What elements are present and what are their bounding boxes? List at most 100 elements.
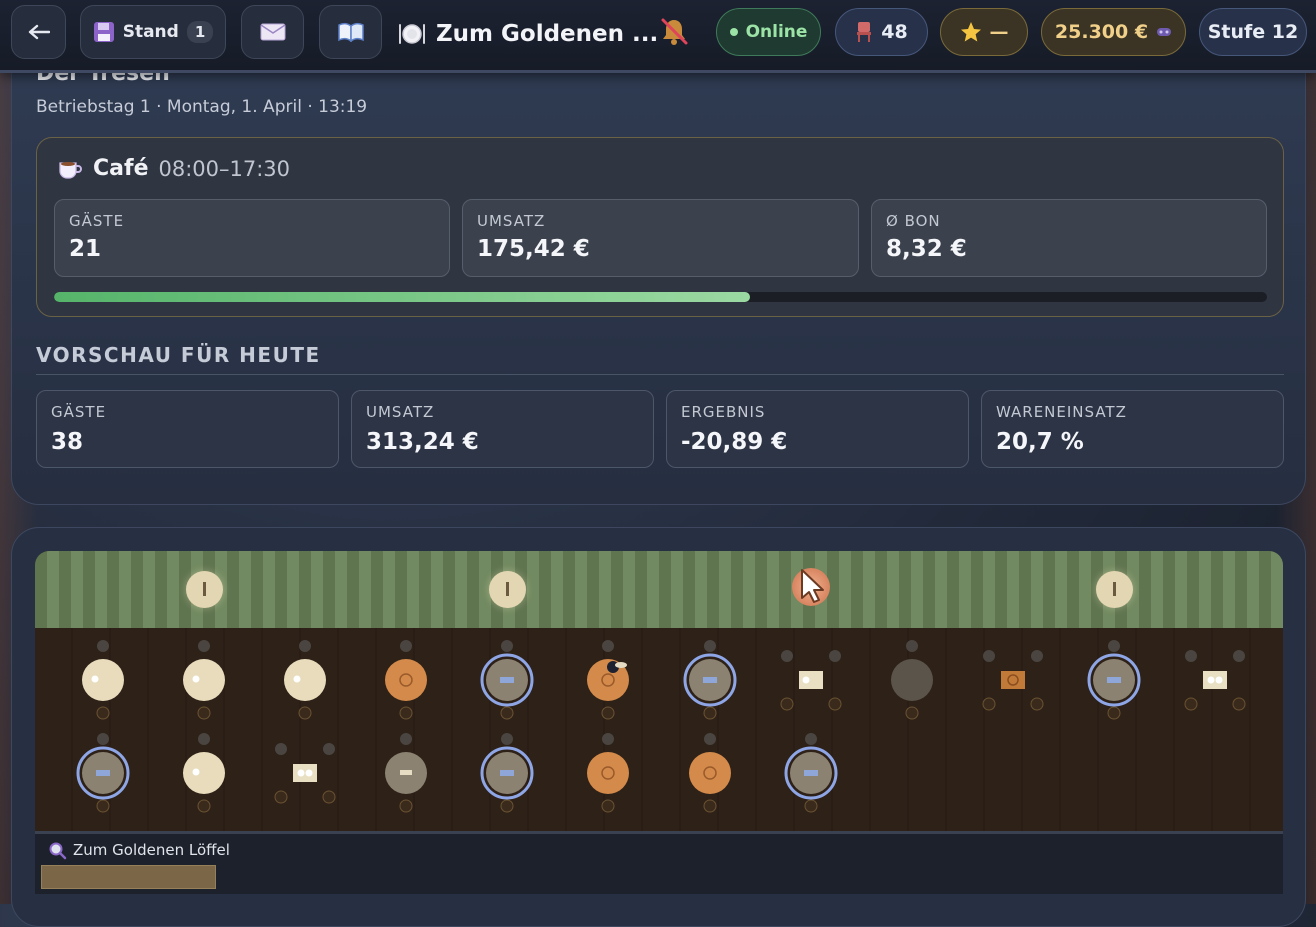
stat-label: WARENEINSATZ — [996, 403, 1127, 421]
level-pill: Stufe 12 — [1199, 8, 1307, 56]
counter-panel: Der Tresen Betriebstag 1 · Montag, 1. Ap… — [11, 60, 1306, 505]
chair — [1108, 640, 1120, 652]
arrow-left-icon — [28, 24, 50, 40]
stat-label: UMSATZ — [477, 212, 546, 230]
chair — [97, 733, 109, 745]
stat-value: 175,42 € — [477, 236, 590, 262]
chair — [602, 640, 614, 652]
plate-icon — [293, 675, 301, 683]
menu-card-icon — [804, 770, 818, 776]
chair — [1184, 697, 1198, 711]
menu-card-icon — [500, 770, 514, 776]
square-table[interactable] — [1001, 671, 1025, 689]
preview-stat-result: ERGEBNIS -20,89 € — [666, 390, 969, 468]
preview-stat-cost-of-goods: WARENEINSATZ 20,7 % — [981, 390, 1284, 468]
menu-card-icon — [96, 770, 110, 776]
chair — [1185, 650, 1197, 662]
plate-icon — [91, 675, 99, 683]
chair — [197, 799, 211, 813]
chair — [500, 799, 514, 813]
shift-hours: 08:00–17:30 — [158, 156, 291, 181]
floppy-disk-icon — [93, 22, 114, 42]
back-button[interactable] — [11, 5, 66, 59]
chair — [400, 640, 412, 652]
round-table[interactable] — [891, 659, 933, 701]
online-status-pill: Online — [716, 8, 821, 56]
menu-card-icon — [400, 770, 412, 775]
rating-pill[interactable]: — — [940, 8, 1028, 56]
menu-card-icon — [703, 677, 717, 683]
chair — [703, 706, 717, 720]
chair — [500, 706, 514, 720]
seats-pill[interactable]: 48 — [835, 8, 928, 56]
book-icon — [337, 22, 364, 42]
round-table[interactable] — [689, 752, 731, 794]
chair — [96, 706, 110, 720]
chair — [602, 733, 614, 745]
chair — [601, 706, 615, 720]
floor-status-strip: Zum Goldenen Löffel — [35, 831, 1283, 894]
square-table[interactable] — [1203, 671, 1227, 689]
round-table[interactable] — [385, 659, 427, 701]
round-table[interactable] — [82, 659, 124, 701]
chair — [501, 733, 513, 745]
shift-progress-fill — [54, 292, 751, 302]
chair — [982, 697, 996, 711]
stat-value: 8,32 € — [886, 236, 967, 262]
online-status-label: Online — [745, 22, 808, 42]
book-button[interactable] — [319, 5, 382, 59]
restaurant-title: Zum Goldenen ... — [398, 14, 658, 54]
chair — [501, 640, 513, 652]
chair — [829, 650, 841, 662]
chair — [828, 697, 842, 711]
plate-icon — [192, 768, 200, 776]
shift-name: Café — [93, 156, 149, 181]
preview-stat-guests: GÄSTE 38 — [36, 390, 339, 468]
muted-bell-button[interactable] — [659, 16, 689, 50]
cafe-stat-guests: GÄSTE 21 — [54, 199, 450, 277]
chair — [323, 743, 335, 755]
chair — [274, 790, 288, 804]
menu-card-icon — [1107, 677, 1121, 683]
level-label: Stufe 12 — [1207, 21, 1299, 43]
magnifier-icon — [49, 842, 67, 860]
chair — [781, 650, 793, 662]
mail-button[interactable] — [241, 5, 304, 59]
chair — [1232, 697, 1246, 711]
round-table[interactable] — [183, 659, 225, 701]
floor-plan[interactable] — [35, 551, 1283, 831]
stat-value: 313,24 € — [366, 429, 479, 455]
business-day-info: Betriebstag 1 · Montag, 1. April · 13:19 — [36, 97, 368, 117]
chair — [322, 790, 336, 804]
divider — [36, 374, 1284, 375]
plate-icon — [1207, 676, 1215, 684]
chair — [601, 799, 615, 813]
square-table[interactable] — [293, 764, 317, 782]
chair — [1233, 650, 1245, 662]
stat-label: GÄSTE — [69, 212, 125, 230]
round-table[interactable] — [284, 659, 326, 701]
plate-icon — [802, 676, 810, 684]
chair — [275, 743, 287, 755]
loading-bar — [41, 865, 216, 889]
preview-stat-revenue: UMSATZ 313,24 € — [351, 390, 654, 468]
stat-value: 38 — [51, 429, 84, 455]
chair — [703, 799, 717, 813]
money-pill[interactable]: 25.300 € — [1041, 8, 1186, 56]
stat-label: UMSATZ — [366, 403, 435, 421]
chair — [399, 706, 413, 720]
chair — [1030, 697, 1044, 711]
chair — [780, 697, 794, 711]
chair — [1031, 650, 1043, 662]
envelope-icon — [260, 23, 285, 41]
round-table[interactable] — [587, 752, 629, 794]
chair — [704, 733, 716, 745]
top-bar: Stand 1 Zum Goldenen ... Online 48 — 25.… — [0, 0, 1316, 73]
mouse-pointer-icon — [801, 569, 824, 603]
save-button[interactable]: Stand 1 — [80, 5, 226, 59]
cafe-stat-avg-bill: Ø BON 8,32 € — [871, 199, 1267, 277]
chair — [906, 640, 918, 652]
stat-label: ERGEBNIS — [681, 403, 766, 421]
round-table[interactable] — [183, 752, 225, 794]
preview-title: VORSCHAU FÜR HEUTE — [36, 343, 321, 367]
